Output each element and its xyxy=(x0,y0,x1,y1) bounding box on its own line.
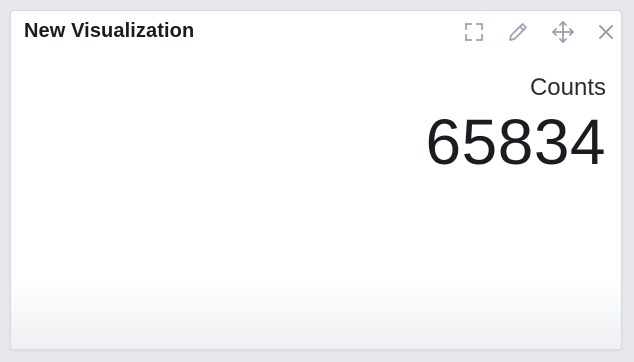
move-icon xyxy=(551,20,575,44)
panel-header: New Visualization xyxy=(11,11,621,53)
move-button[interactable] xyxy=(550,19,576,45)
panel-title: New Visualization xyxy=(24,20,195,42)
fullscreen-icon xyxy=(464,22,484,42)
edit-button[interactable] xyxy=(505,19,531,45)
close-icon xyxy=(598,24,614,40)
fullscreen-button[interactable] xyxy=(461,19,487,45)
metric-label: Counts xyxy=(529,74,606,101)
metric-value: 65834 xyxy=(425,106,606,178)
metric-display: Counts 65834 xyxy=(426,73,606,177)
visualization-panel: New Visualization Counts 65834 xyxy=(10,10,622,350)
pencil-icon xyxy=(507,21,529,43)
close-button[interactable] xyxy=(593,19,619,45)
